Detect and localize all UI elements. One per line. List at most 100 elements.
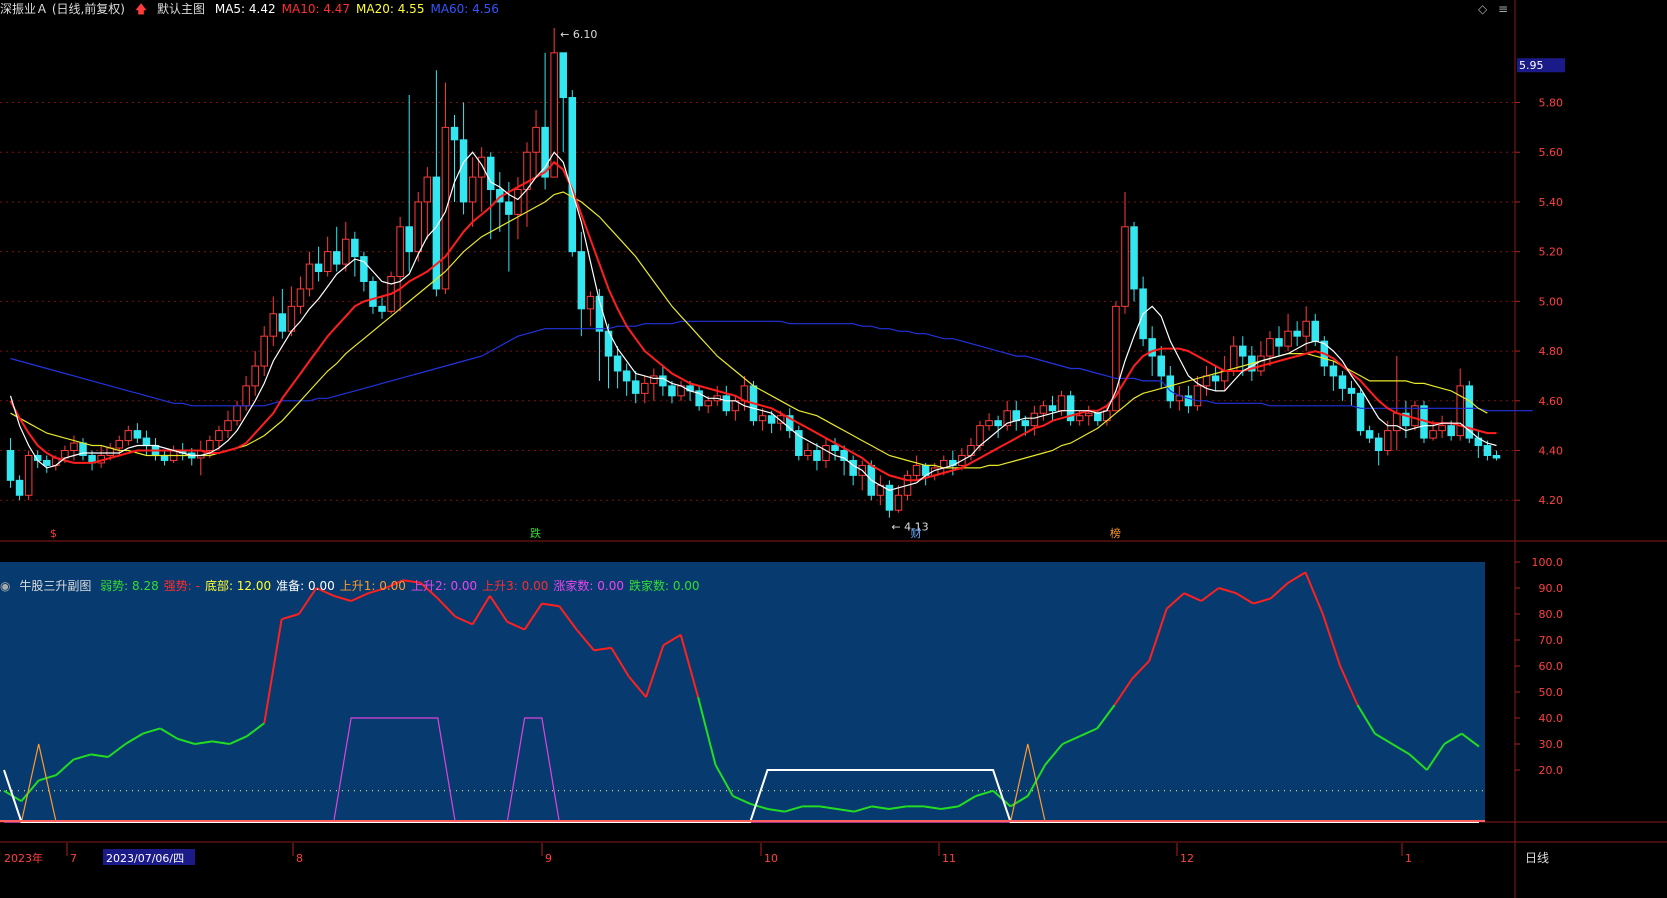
- candle-body: [405, 226, 413, 253]
- y-tick-label: 90.0: [1539, 582, 1564, 595]
- indicator-legend-item: 弱势: 8.28: [100, 579, 159, 593]
- candle-body: [505, 201, 513, 215]
- candle-body: [1094, 412, 1102, 422]
- y-tick-label: 5.00: [1539, 295, 1564, 308]
- candle-body: [532, 126, 540, 153]
- candle-body: [641, 382, 649, 394]
- cursor-date: 2023/07/06/四: [106, 852, 184, 865]
- candle-body: [1492, 454, 1501, 459]
- candle-body: [1293, 330, 1301, 337]
- candle-body: [160, 454, 169, 461]
- candle-body: [976, 425, 984, 447]
- y-tick-label: 40.0: [1539, 712, 1564, 725]
- candle-body: [994, 420, 1002, 427]
- candle-body: [314, 263, 323, 273]
- candle-body: [813, 450, 821, 461]
- candle-body: [1057, 395, 1066, 412]
- indicator-legend-item: 上升2: 0.00: [410, 579, 478, 593]
- up-arrow-icon: 🡅: [134, 2, 148, 16]
- candle-body: [423, 176, 432, 203]
- candle-body: [1329, 365, 1338, 377]
- y-tick-label: 80.0: [1539, 608, 1564, 621]
- candle-body: [1039, 405, 1048, 414]
- main-chart-header: 深振业Ａ (日线,前复权) 🡅 默认主图 MA5: 4.42 MA10: 4.47…: [0, 0, 1520, 16]
- candle-body: [1302, 320, 1310, 337]
- candle-body: [287, 305, 296, 332]
- candle-body: [43, 459, 51, 466]
- indicator-legend-item: 上升1: 0.00: [339, 579, 406, 593]
- candle-body: [1429, 430, 1437, 439]
- month-label: 11: [942, 852, 956, 865]
- candle-body: [323, 251, 332, 273]
- candle-body: [459, 139, 468, 203]
- candle-body: [242, 385, 250, 407]
- candle-body: [206, 440, 214, 452]
- y-tick-label: 5.80: [1539, 97, 1564, 110]
- candle-body: [849, 459, 857, 476]
- candle-body: [804, 450, 812, 456]
- ma-legend-item: MA5: 4.42: [214, 2, 276, 16]
- month-label: 1: [1405, 852, 1412, 865]
- high-annotation: ← 6.10: [560, 28, 597, 41]
- candle-body: [840, 450, 848, 461]
- indicator-legend-item: 上升3: 0.00: [482, 579, 549, 593]
- y-tick-label: 5.40: [1539, 196, 1564, 209]
- ma-legend-item: MA10: 4.47: [281, 2, 351, 16]
- y-tick-label: 50.0: [1539, 686, 1564, 699]
- candle-body: [622, 370, 631, 382]
- month-label: 12: [1180, 852, 1194, 865]
- candle-body: [1438, 425, 1446, 432]
- y-tick-label: 5.20: [1539, 246, 1564, 259]
- candle-body: [305, 263, 314, 290]
- indicator-legend: 弱势: 8.28 强势: - 底部: 12.00 准备: 0.00 上升1: 0.00 上…: [100, 579, 704, 593]
- candle-body: [450, 126, 459, 141]
- candle-body: [1220, 370, 1229, 382]
- candle-body: [1365, 430, 1374, 439]
- candle-body: [1447, 425, 1455, 437]
- candle-body: [985, 420, 993, 427]
- y-tick-label: 4.80: [1539, 345, 1564, 358]
- candle-body: [115, 440, 124, 449]
- candle-body: [224, 420, 232, 432]
- candle-body: [1130, 226, 1138, 290]
- chart-mode-label[interactable]: 默认主图: [157, 2, 205, 16]
- event-marker: $: [50, 527, 57, 540]
- y-tick-label: 5.60: [1539, 146, 1564, 159]
- candle-body: [124, 430, 133, 442]
- candle-body: [396, 226, 404, 278]
- ma-legend-item: MA60: 4.56: [430, 2, 499, 16]
- candle-body: [278, 313, 287, 332]
- candle-body: [432, 176, 441, 290]
- stock-title[interactable]: 深振业Ａ (日线,前复权): [0, 2, 125, 16]
- y-tick-label: 4.20: [1539, 494, 1564, 507]
- candle-body: [1021, 420, 1030, 427]
- last-price-label: 5.95: [1519, 59, 1544, 72]
- indicator-legend-item: 强势: -: [163, 579, 200, 593]
- candle-body: [1229, 345, 1238, 372]
- candle-body: [514, 189, 522, 215]
- candle-body: [477, 156, 486, 178]
- year-label: 2023年: [4, 851, 43, 865]
- month-label: 7: [70, 852, 77, 865]
- candle-body: [1347, 387, 1356, 394]
- indicator-header: ◉ 牛股三升副图 弱势: 8.28 强势: - 底部: 12.00 准备: 0.00 上…: [0, 577, 1520, 595]
- candle-body: [1311, 320, 1320, 342]
- indicator-legend-item: 跌家数: 0.00: [628, 579, 700, 593]
- candle-body: [1275, 338, 1283, 347]
- collapse-icon[interactable]: ◉: [0, 579, 10, 593]
- month-label: 8: [296, 852, 303, 865]
- month-label: 10: [764, 852, 778, 865]
- candle-body: [668, 385, 676, 397]
- candle-body: [722, 395, 731, 412]
- candle-body: [577, 251, 586, 310]
- candle-body: [441, 126, 450, 290]
- chart-canvas[interactable]: 4.20 4.40 4.60 4.80 5.00 5.20 5.40 5.60 5.80 5.95…: [0, 0, 1667, 898]
- candle-body: [233, 405, 241, 422]
- y-tick-label: 60.0: [1539, 660, 1564, 673]
- candle-body: [704, 400, 712, 407]
- candle-body: [70, 442, 78, 452]
- indicator-name[interactable]: 牛股三升副图: [19, 579, 91, 593]
- candle-body: [1456, 385, 1464, 437]
- candle-body: [24, 454, 33, 496]
- candle-body: [215, 430, 223, 442]
